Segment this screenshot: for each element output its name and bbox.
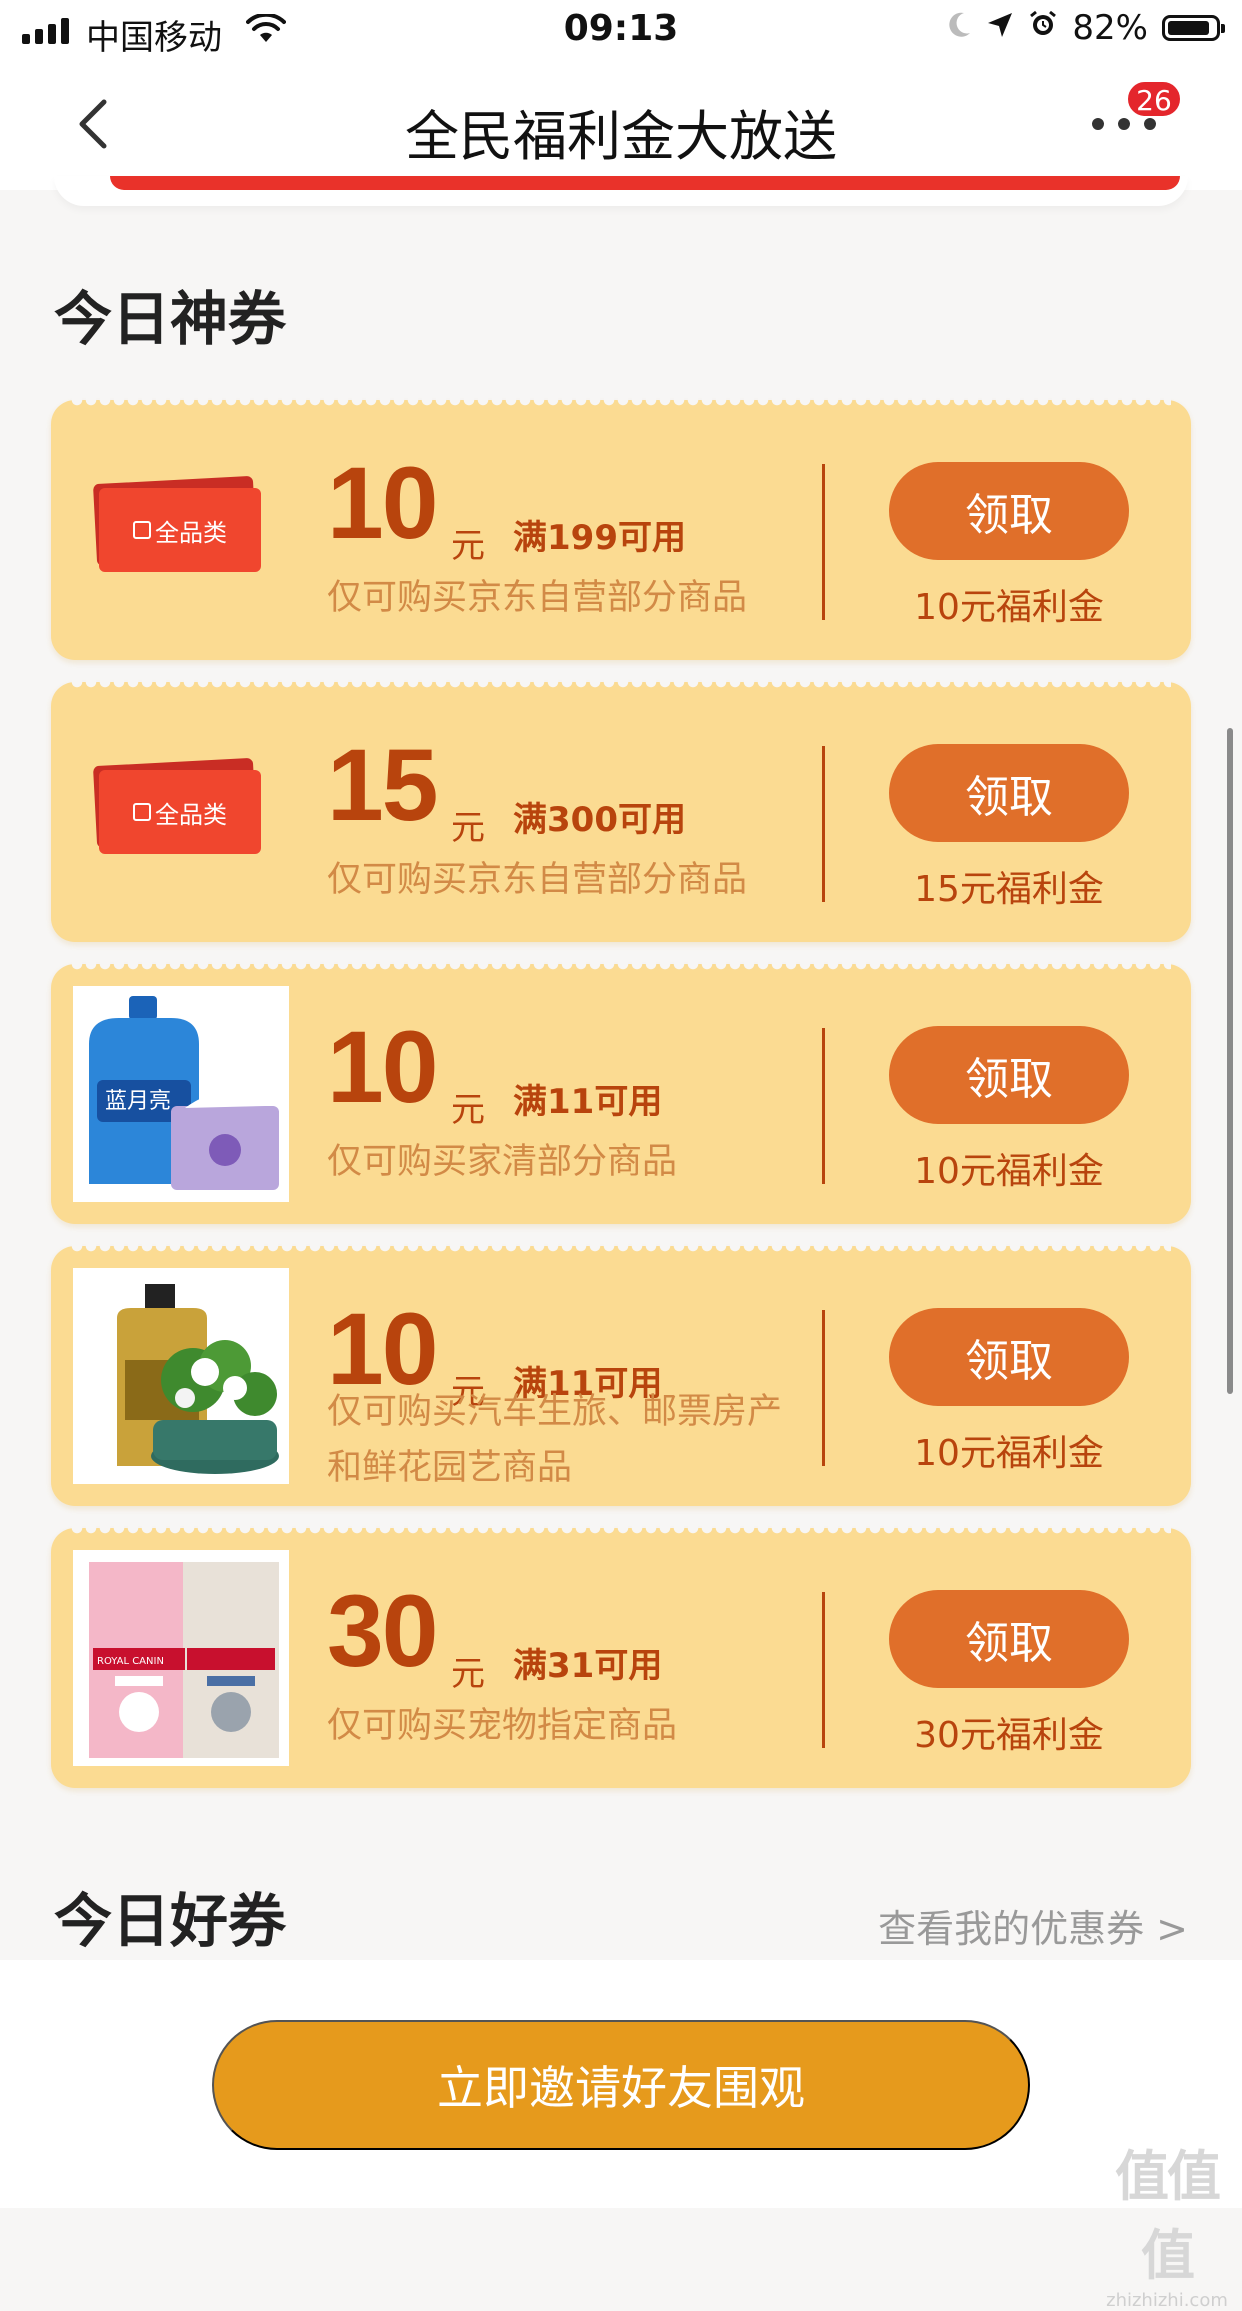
coupon-card: 全品类 15 元 满300可用 仅可购买京东自营部分商品 领取 15元福利金 [51,676,1191,942]
coupon-unit: 元 [451,808,485,848]
moon-icon [946,8,972,48]
coupon-amount: 10 [327,1010,438,1124]
claim-button[interactable]: 领取 [889,744,1129,842]
watermark-url: zhizhizhi.com [1106,2290,1228,2311]
coupon-card: 蓝月亮 10 元 满11可用 仅可购买家清部分商品 领取 10元福利金 [51,958,1191,1224]
coupon-divider [822,1592,825,1748]
coupon-desc: 仅可购买京东自营部分商品 [327,860,748,900]
claim-button[interactable]: 领取 [889,1590,1129,1688]
coupon-condition: 满199可用 [513,518,686,558]
coupon-condition: 满31可用 [513,1646,663,1686]
tag-label: 全品类 [155,800,227,829]
coupon-divider [822,746,825,902]
coupon-amount: 10 [327,446,438,560]
coupon-divider [822,1028,825,1184]
coupon-condition: 满300可用 [513,800,686,840]
coupon-amount: 30 [327,1574,438,1688]
bottom-bar: 立即邀请好友围观 [0,1960,1242,2208]
notification-badge: 26 [1126,80,1182,118]
location-arrow-icon [986,8,1014,48]
coupon-desc-line1: 仅可购买汽车生旅、邮票房产 [327,1392,783,1432]
watermark: 值值值 zhizhizhi.com [1092,2132,1242,2311]
detergent-tissue-photo: 蓝月亮 [73,986,289,1202]
coupon-desc: 仅可购买家清部分商品 [327,1142,678,1182]
top-banner-edge [54,176,1188,206]
ticket-tag-icon: 全品类 [92,475,263,574]
brand-label: 蓝月亮 [105,1089,171,1114]
watermark-text: 值值值 [1115,2145,1221,2287]
coupon-desc: 仅可购买宠物指定商品 [327,1706,678,1746]
coupon-desc: 仅可购买汽车生旅、邮票房产 和鲜花园艺商品 [327,1384,807,1496]
claim-button[interactable]: 领取 [889,1026,1129,1124]
coupon-condition: 满11可用 [513,1082,663,1122]
section-title-good: 今日好券 [54,1887,287,1955]
coupon-reward: 15元福利金 [914,869,1104,910]
coupon-desc: 仅可购买京东自营部分商品 [327,578,748,618]
pet-food-bags-photo: ROYAL CANIN [73,1550,289,1766]
nav-bar: 全民福利金大放送 26 [0,62,1242,190]
coupon-reward: 10元福利金 [914,1433,1104,1474]
claim-button[interactable]: 领取 [889,462,1129,560]
coupon-amount: 15 [327,728,438,842]
coupon-reward: 10元福利金 [914,1151,1104,1192]
coupon-divider [822,1310,825,1466]
page-title: 全民福利金大放送 [405,105,837,168]
coupon-card: 全品类 10 元 满199可用 仅可购买京东自营部分商品 领取 10元福利金 [51,394,1191,660]
coupon-reward: 30元福利金 [914,1715,1104,1756]
alarm-icon [1028,8,1058,48]
coupon-unit: 元 [451,1090,485,1130]
battery-percent: 82% [1072,8,1148,48]
brand-label: ROYAL CANIN [97,1656,164,1667]
tag-label: 全品类 [155,518,227,547]
motor-oil-flower-photo [73,1268,289,1484]
coupon-card: 10 元 满11可用 仅可购买汽车生旅、邮票房产 和鲜花园艺商品 领取 10元福… [51,1240,1191,1506]
coupon-unit: 元 [451,1654,485,1694]
coupon-unit: 元 [451,526,485,566]
claim-button[interactable]: 领取 [889,1308,1129,1406]
status-bar: 中国移动 09:13 82% [0,0,1242,62]
coupon-desc-line2: 和鲜花园艺商品 [327,1448,573,1488]
scrollbar[interactable] [1227,728,1233,1394]
coupon-divider [822,464,825,620]
coupon-card: ROYAL CANIN 30 元 满31可用 仅可购买宠物指定商品 领取 30元… [51,1522,1191,1788]
section-title-today: 今日神券 [54,285,287,353]
ticket-tag-icon: 全品类 [92,757,263,856]
coupon-reward: 10元福利金 [914,587,1104,628]
battery-icon [1162,15,1225,41]
more-options-icon[interactable] [1092,118,1156,130]
invite-friends-button[interactable]: 立即邀请好友围观 [212,2020,1030,2150]
view-my-coupons-link[interactable]: 查看我的优惠券 > [878,1898,1188,1953]
